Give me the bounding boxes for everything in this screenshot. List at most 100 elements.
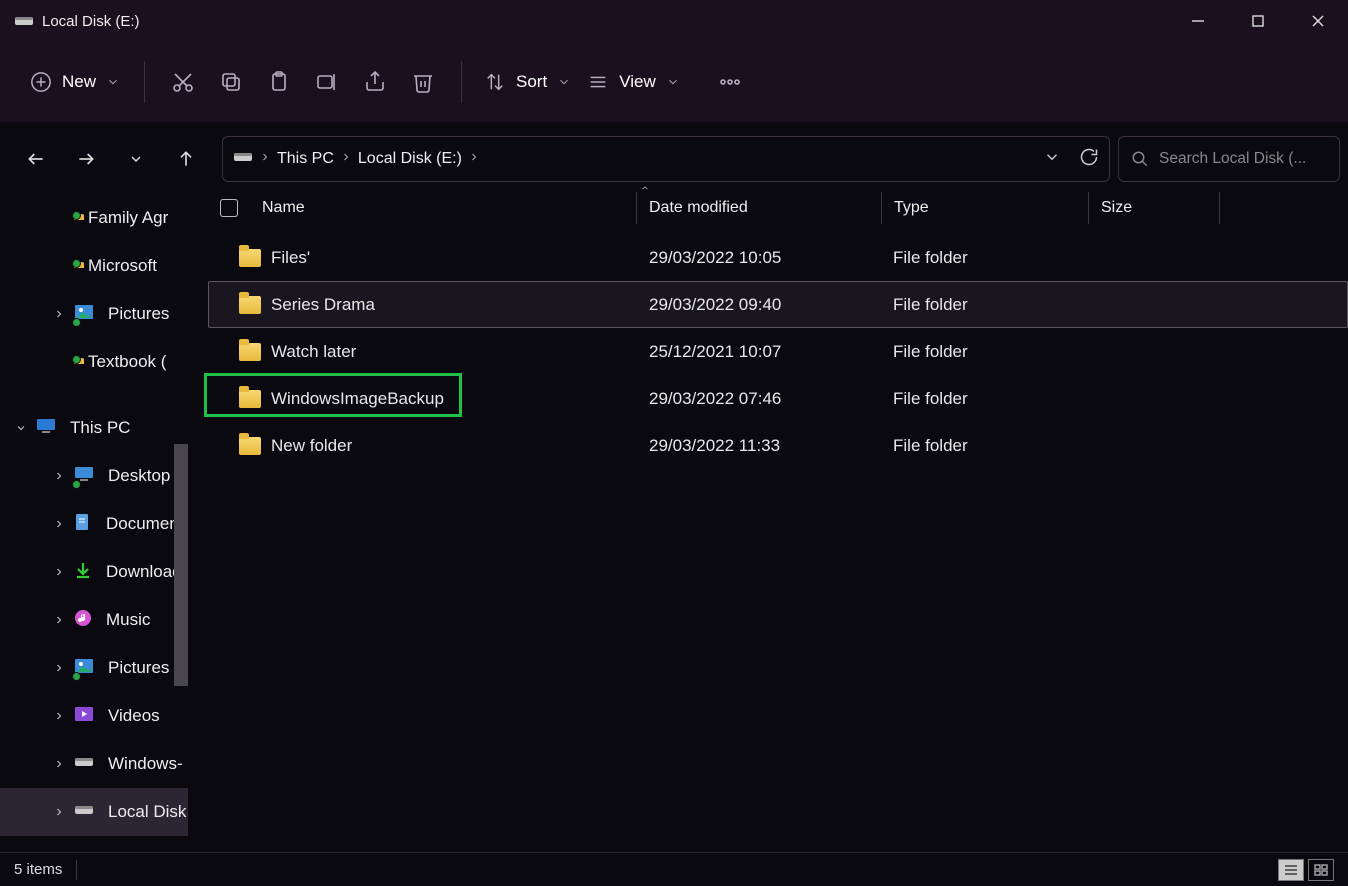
folder-icon — [239, 437, 261, 455]
paste-button[interactable] — [255, 58, 303, 106]
expand-toggle[interactable] — [50, 614, 68, 626]
tree-item-label: Download — [106, 562, 182, 582]
maximize-button[interactable] — [1228, 0, 1288, 42]
navigation-pane[interactable]: Family Agr Microsoft Pictures Textbook ( Thi… — [0, 186, 188, 852]
tree-item-label: Windows- — [108, 754, 183, 774]
rename-button[interactable] — [303, 58, 351, 106]
toolbar: New Sort View — [0, 42, 1348, 122]
delete-button[interactable] — [399, 58, 447, 106]
back-button[interactable] — [18, 141, 54, 177]
details-view-toggle[interactable] — [1278, 859, 1304, 881]
expand-toggle[interactable] — [50, 806, 68, 818]
file-row[interactable]: New folder29/03/2022 11:33File folder — [208, 422, 1348, 469]
chevron-right-icon[interactable] — [468, 150, 480, 168]
file-name: Series Drama — [271, 295, 375, 315]
select-all-checkbox[interactable] — [220, 199, 238, 217]
file-type: File folder — [881, 389, 1087, 409]
history-dropdown[interactable] — [1043, 148, 1061, 171]
file-row[interactable]: Watch later 25/12/2021 10:07File folder — [208, 328, 1348, 375]
breadcrumb-current[interactable]: Local Disk (E:) — [358, 150, 462, 168]
tree-item-label: Music — [106, 610, 150, 630]
column-size[interactable]: Size — [1101, 199, 1132, 217]
column-headers: Name Date modified Type Size — [208, 186, 1348, 230]
chevron-right-icon[interactable] — [340, 150, 352, 168]
file-row[interactable]: Series Drama29/03/2022 09:40File folder — [208, 281, 1348, 328]
file-date: 29/03/2022 10:05 — [637, 248, 881, 268]
column-type[interactable]: Type — [894, 199, 929, 217]
tree-item[interactable]: Pictures — [0, 290, 188, 338]
expand-toggle[interactable] — [50, 758, 68, 770]
file-name: Files' — [271, 248, 310, 268]
tree-item-label: Family Agr — [88, 208, 168, 228]
share-button[interactable] — [351, 58, 399, 106]
folder-icon — [239, 390, 261, 408]
file-type: File folder — [881, 248, 1087, 268]
new-label: New — [62, 72, 96, 92]
tree-item[interactable]: Download — [0, 548, 188, 596]
expand-toggle[interactable] — [50, 662, 68, 674]
chevron-down-icon — [557, 75, 571, 89]
tree-item[interactable]: Music — [0, 596, 188, 644]
new-button[interactable]: New — [20, 58, 130, 106]
thumbnails-view-toggle[interactable] — [1308, 859, 1334, 881]
sort-button[interactable]: Sort — [476, 58, 579, 106]
file-date: 29/03/2022 11:33 — [637, 436, 881, 456]
more-button[interactable] — [706, 58, 754, 106]
window-title: Local Disk (E:) — [42, 13, 140, 30]
file-row[interactable]: Files' 29/03/2022 10:05File folder — [208, 234, 1348, 281]
tree-item[interactable]: Family Agr — [0, 194, 188, 242]
up-button[interactable] — [168, 141, 204, 177]
refresh-button[interactable] — [1079, 147, 1099, 172]
tree-item[interactable]: Windows- — [0, 740, 188, 788]
file-date: 25/12/2021 10:07 — [637, 342, 881, 362]
tree-item-label: Pictures — [108, 658, 169, 678]
address-bar[interactable]: This PC Local Disk (E:) — [222, 136, 1110, 182]
file-row[interactable]: WindowsImageBackup29/03/2022 07:46File f… — [208, 375, 1348, 422]
file-name: Watch later — [271, 342, 356, 362]
cut-button[interactable] — [159, 58, 207, 106]
nav-row: This PC Local Disk (E:) Search Local Dis… — [0, 132, 1348, 186]
chevron-down-icon — [106, 75, 120, 89]
file-type: File folder — [881, 436, 1087, 456]
chevron-right-icon[interactable] — [259, 150, 271, 168]
expand-toggle[interactable] — [12, 422, 30, 434]
tree-item[interactable]: Desktop — [0, 452, 188, 500]
expand-toggle[interactable] — [50, 518, 68, 530]
tree-item[interactable]: Local Disk — [0, 788, 188, 836]
copy-button[interactable] — [207, 58, 255, 106]
search-placeholder: Search Local Disk (... — [1159, 150, 1306, 168]
folder-icon — [239, 249, 261, 267]
music-icon — [74, 609, 92, 632]
column-name[interactable]: Name — [262, 199, 305, 217]
documents-icon — [74, 513, 92, 536]
tree-item-label: Textbook ( — [88, 352, 166, 372]
tree-item[interactable]: Textbook ( — [0, 338, 188, 386]
tree-item-label: Videos — [108, 706, 160, 726]
file-list: Name Date modified Type Size Files' 29/03… — [188, 186, 1348, 852]
folder-icon — [239, 296, 261, 314]
tree-item[interactable]: Document — [0, 500, 188, 548]
minimize-button[interactable] — [1168, 0, 1228, 42]
videos-icon — [74, 706, 94, 727]
scrollbar-thumb[interactable] — [174, 444, 188, 686]
view-button[interactable]: View — [579, 58, 688, 106]
expand-toggle[interactable] — [50, 308, 68, 320]
tree-item[interactable]: This PC — [0, 404, 188, 452]
search-input[interactable]: Search Local Disk (... — [1118, 136, 1340, 182]
recent-button[interactable] — [118, 141, 154, 177]
close-button[interactable] — [1288, 0, 1348, 42]
expand-toggle[interactable] — [50, 566, 68, 578]
column-date[interactable]: Date modified — [649, 199, 748, 217]
tree-item[interactable]: Videos — [0, 692, 188, 740]
forward-button[interactable] — [68, 141, 104, 177]
tree-item[interactable]: Microsoft — [0, 242, 188, 290]
breadcrumb-this-pc[interactable]: This PC — [277, 150, 334, 168]
expand-toggle[interactable] — [50, 710, 68, 722]
tree-item[interactable]: Pictures — [0, 644, 188, 692]
expand-toggle[interactable] — [50, 470, 68, 482]
file-type: File folder — [881, 342, 1087, 362]
status-text: 5 items — [14, 861, 62, 878]
tree-item-label: Microsoft — [88, 256, 157, 276]
tree-item-label: Document — [106, 514, 183, 534]
sort-label: Sort — [516, 72, 547, 92]
